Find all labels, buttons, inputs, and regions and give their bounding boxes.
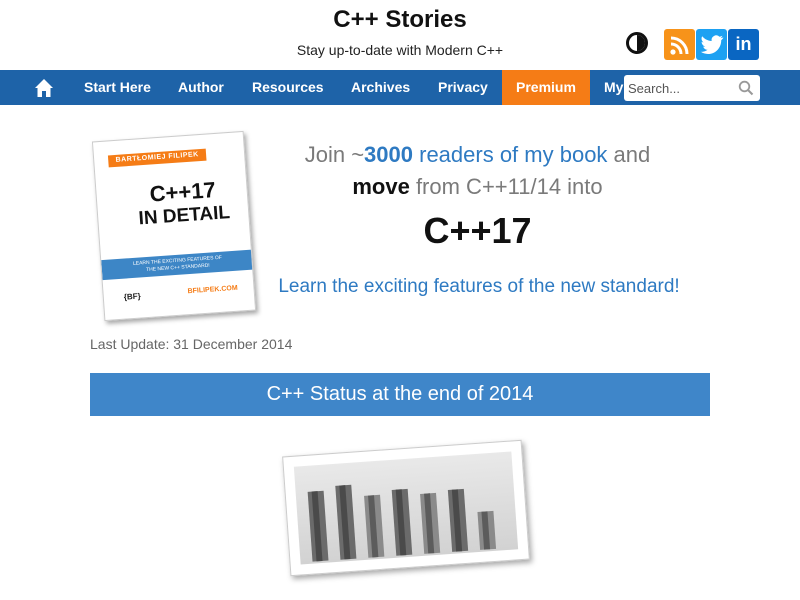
search-box	[624, 75, 760, 101]
book-title: C++17 IN DETAIL	[137, 177, 231, 230]
home-icon[interactable]	[34, 78, 54, 98]
promo-line-4: Learn the exciting features of the new s…	[278, 276, 680, 297]
book-url: BFILIPEK.COM	[187, 284, 238, 296]
linkedin-text: in	[735, 34, 752, 54]
search-icon[interactable]	[738, 80, 754, 96]
nav-item-my[interactable]: My	[604, 70, 623, 105]
search-input[interactable]	[628, 78, 736, 98]
nav-item-resources[interactable]: Resources	[252, 70, 324, 105]
nav-item-premium[interactable]: Premium	[502, 70, 590, 105]
status-image-graphic	[307, 484, 497, 562]
book-cover[interactable]: BARTŁOMIEJ FILIPEK C++17 IN DETAIL LEARN…	[91, 130, 257, 322]
section-heading: C++ Status at the end of 2014	[90, 373, 710, 416]
nav-item-privacy[interactable]: Privacy	[438, 70, 488, 105]
book-promo-banner[interactable]: BARTŁOMIEJ FILIPEK C++17 IN DETAIL LEARN…	[88, 128, 708, 328]
last-update: Last Update: 31 December 2014	[90, 336, 293, 352]
nav-item-start-here[interactable]: Start Here	[84, 70, 151, 105]
nav-item-author[interactable]: Author	[178, 70, 224, 105]
book-stripe: LEARN THE EXCITING FEATURES OF THE NEW C…	[101, 249, 255, 281]
promo-line-3: C++17	[423, 210, 532, 251]
status-image	[282, 439, 530, 577]
promo-line-2: move from C++11/14 into	[352, 174, 603, 199]
linkedin-icon[interactable]: in	[728, 29, 759, 60]
nav-item-archives[interactable]: Archives	[351, 70, 410, 105]
book-author: BARTŁOMIEJ FILIPEK	[107, 148, 207, 168]
site-header: C++ Stories Stay up-to-date with Modern …	[0, 0, 800, 70]
book-publisher-logo: {BF}	[123, 291, 142, 302]
twitter-icon[interactable]	[696, 29, 727, 60]
main-navigation: Start Here Author Resources Archives Pri…	[0, 70, 800, 105]
contrast-toggle-icon[interactable]	[626, 32, 648, 54]
promo-line-1: Join ~3000 readers of my book and	[304, 142, 651, 167]
rss-icon[interactable]	[664, 29, 695, 60]
